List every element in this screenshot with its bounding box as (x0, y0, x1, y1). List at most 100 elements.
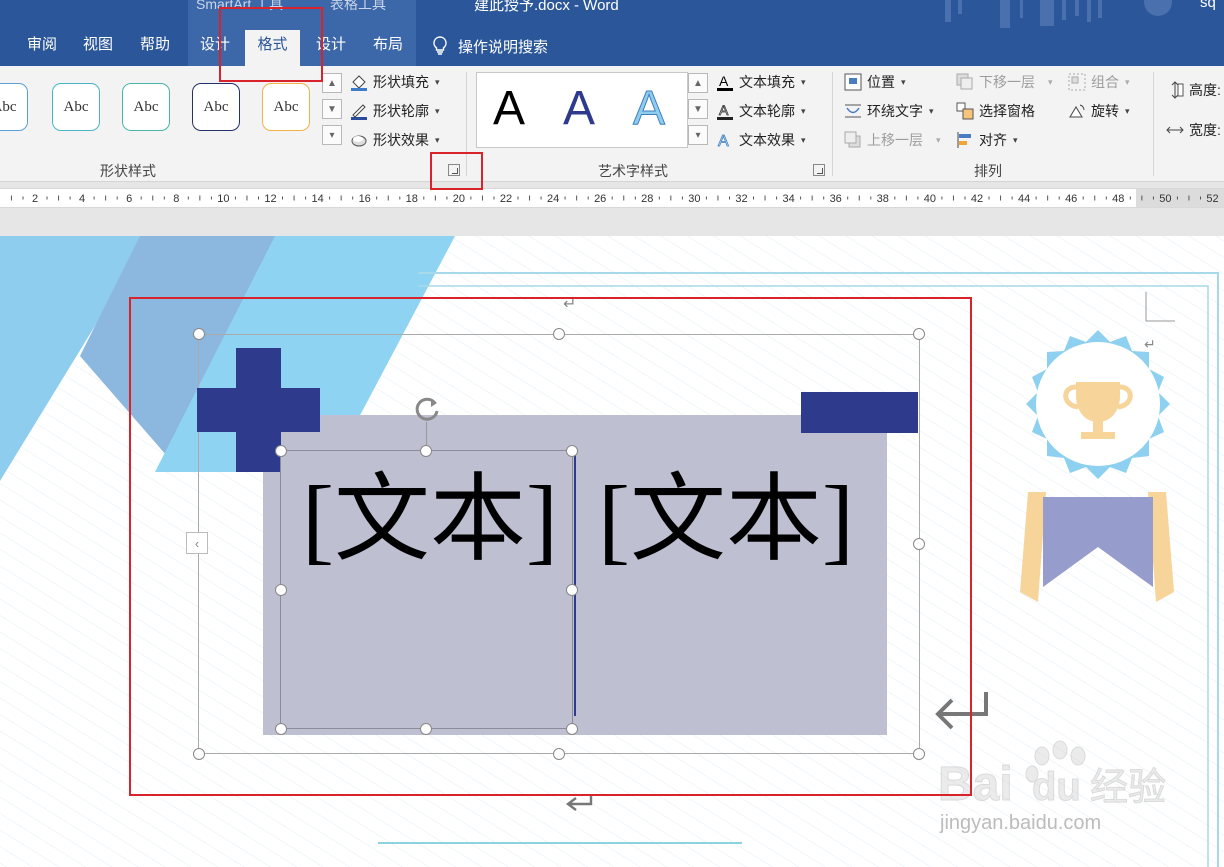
paragraph-mark-icon (566, 794, 593, 811)
pen-icon (350, 102, 368, 120)
ruler-label: 50 (1159, 193, 1171, 205)
shape-styles-group-label: 形状样式 (100, 163, 156, 179)
width-icon (1166, 121, 1184, 139)
position-icon (844, 73, 862, 91)
ruler-label: 8 (173, 193, 179, 205)
wrap-text-button[interactable]: 环绕文字 ▾ (844, 101, 934, 121)
tab-table-layout[interactable]: 布局 (363, 30, 413, 66)
ruler-label: 6 (126, 193, 132, 205)
ruler-label: 36 (830, 193, 842, 205)
selection-pane-label: 选择窗格 (979, 103, 1035, 119)
ruler-label: 42 (971, 193, 983, 205)
group-separator (1153, 72, 1154, 176)
ruler-label: 34 (782, 193, 794, 205)
shape-styles-scroll-down[interactable]: ▼ (322, 99, 342, 119)
selection-pane-icon (956, 102, 974, 120)
align-icon (956, 131, 974, 149)
shape-style-preset-1[interactable]: Abc (0, 83, 28, 131)
rotate-button[interactable]: 旋转 ▾ (1068, 101, 1130, 121)
send-backward-label: 下移一层 (979, 74, 1035, 90)
shape-style-preset-5[interactable]: Abc (262, 83, 310, 131)
arrange-group-label: 排列 (974, 163, 1002, 179)
wordart-gallery[interactable]: A A A (476, 72, 688, 148)
svg-text:A: A (719, 73, 729, 89)
align-button[interactable]: 对齐 ▾ (956, 130, 1018, 150)
shape-style-preset-3[interactable]: Abc (122, 83, 170, 131)
wordart-scroll-up[interactable]: ▲ (688, 73, 708, 93)
highlight-dialog-launcher (430, 152, 483, 190)
shape-styles-scroll-up[interactable]: ▲ (322, 73, 342, 93)
ruler-label: 20 (453, 193, 465, 205)
text-effects-button[interactable]: A 文本效果 ▾ (716, 130, 806, 150)
wordart-more[interactable]: ▾ (688, 125, 708, 145)
shape-effects-label: 形状效果 (373, 132, 429, 148)
ruler-label: 24 (547, 193, 559, 205)
ruler-label: 16 (359, 193, 371, 205)
highlight-format-tab (219, 7, 323, 82)
ruler-label: 12 (264, 193, 276, 205)
shape-effects-icon (350, 131, 368, 149)
shape-effects-button[interactable]: 形状效果 ▾ (350, 130, 440, 150)
text-fill-button[interactable]: A 文本填充 ▾ (716, 72, 806, 92)
width-label: 宽度: (1189, 122, 1221, 138)
width-field[interactable]: 宽度: (1166, 120, 1221, 140)
text-outline-label: 文本轮廓 (739, 103, 795, 119)
wordart-styles-group-label: 艺术字样式 (598, 163, 668, 179)
group-objects-icon (1068, 73, 1086, 91)
ruler-label: 48 (1112, 193, 1124, 205)
paragraph-mark: ↵ (1144, 336, 1156, 352)
tell-me-search[interactable]: 操作说明搜索 (432, 30, 548, 62)
group-button[interactable]: 组合 ▾ (1068, 72, 1130, 92)
ruler-label: 46 (1065, 193, 1077, 205)
tab-view[interactable]: 视图 (74, 30, 122, 66)
wrap-text-icon (844, 102, 862, 120)
ruler-label: 28 (641, 193, 653, 205)
wrap-text-label: 环绕文字 (867, 103, 923, 119)
shape-style-preset-2[interactable]: Abc (52, 83, 100, 131)
horizontal-ruler[interactable]: 2 4 6 8 10 12 14 16 18 20 22 24 26 28 30 32 34 36 38 40 42 44… (0, 188, 1224, 208)
ruler-label: 18 (406, 193, 418, 205)
send-backward-button[interactable]: 下移一层 ▾ (956, 72, 1053, 92)
tab-review[interactable]: 审阅 (18, 30, 66, 66)
shape-styles-more[interactable]: ▾ (322, 125, 342, 145)
ruler-label: 2 (32, 193, 38, 205)
svg-text:经验: 经验 (1090, 765, 1166, 809)
height-field[interactable]: 高度: (1166, 80, 1221, 100)
table-tools-label: 表格工具 (330, 0, 386, 12)
highlight-smartart (129, 297, 972, 796)
bring-forward-label: 上移一层 (867, 132, 923, 148)
title-decoration (945, 0, 1172, 28)
ruler-label: 52 (1206, 193, 1218, 205)
document-title: 建此授予.docx - Word (474, 0, 619, 14)
shape-style-preset-4[interactable]: Abc (192, 83, 240, 131)
text-fill-label: 文本填充 (739, 74, 795, 90)
tab-help[interactable]: 帮助 (131, 30, 179, 66)
watermark-url: jingyan.baidu.com (940, 812, 1102, 834)
text-outline-button[interactable]: A 文本轮廓 ▾ (716, 101, 806, 121)
page-gap (0, 208, 1224, 236)
wordart-scroll-down[interactable]: ▼ (688, 99, 708, 119)
wordart-preset-black[interactable]: A (493, 81, 525, 136)
position-button[interactable]: 位置 ▾ (844, 72, 906, 92)
shape-outline-button[interactable]: 形状轮廓 ▾ (350, 101, 440, 121)
height-icon (1166, 81, 1184, 99)
ribbon: Abc Abc Abc Abc Abc ▲ ▼ ▾ 形状填充▾ 形状轮廓▾ 形状… (0, 66, 1224, 182)
bring-forward-icon (844, 131, 862, 149)
send-backward-icon (956, 73, 974, 91)
bring-forward-button[interactable]: 上移一层 ▾ (844, 130, 941, 150)
ruler-label: 14 (311, 193, 323, 205)
selection-pane-button[interactable]: 选择窗格 (956, 101, 1035, 121)
wordart-preset-light[interactable]: A (632, 81, 665, 136)
paint-bucket-icon (350, 73, 368, 91)
lightbulb-icon (433, 36, 447, 55)
shape-outline-label: 形状轮廓 (373, 103, 429, 119)
user-account[interactable]: sq (1200, 0, 1216, 11)
svg-text:du: du (1032, 765, 1081, 809)
svg-text:A: A (718, 133, 729, 149)
svg-text:A: A (719, 102, 729, 118)
title-bar: SmartArt 工具 表格工具 建此授予.docx - Word sq 审阅 … (0, 0, 1224, 66)
shape-fill-label: 形状填充 (373, 74, 429, 90)
wordart-styles-dialog-launcher[interactable] (813, 164, 825, 176)
shape-fill-button[interactable]: 形状填充 ▾ (350, 72, 440, 92)
wordart-preset-blue[interactable]: A (563, 81, 595, 136)
